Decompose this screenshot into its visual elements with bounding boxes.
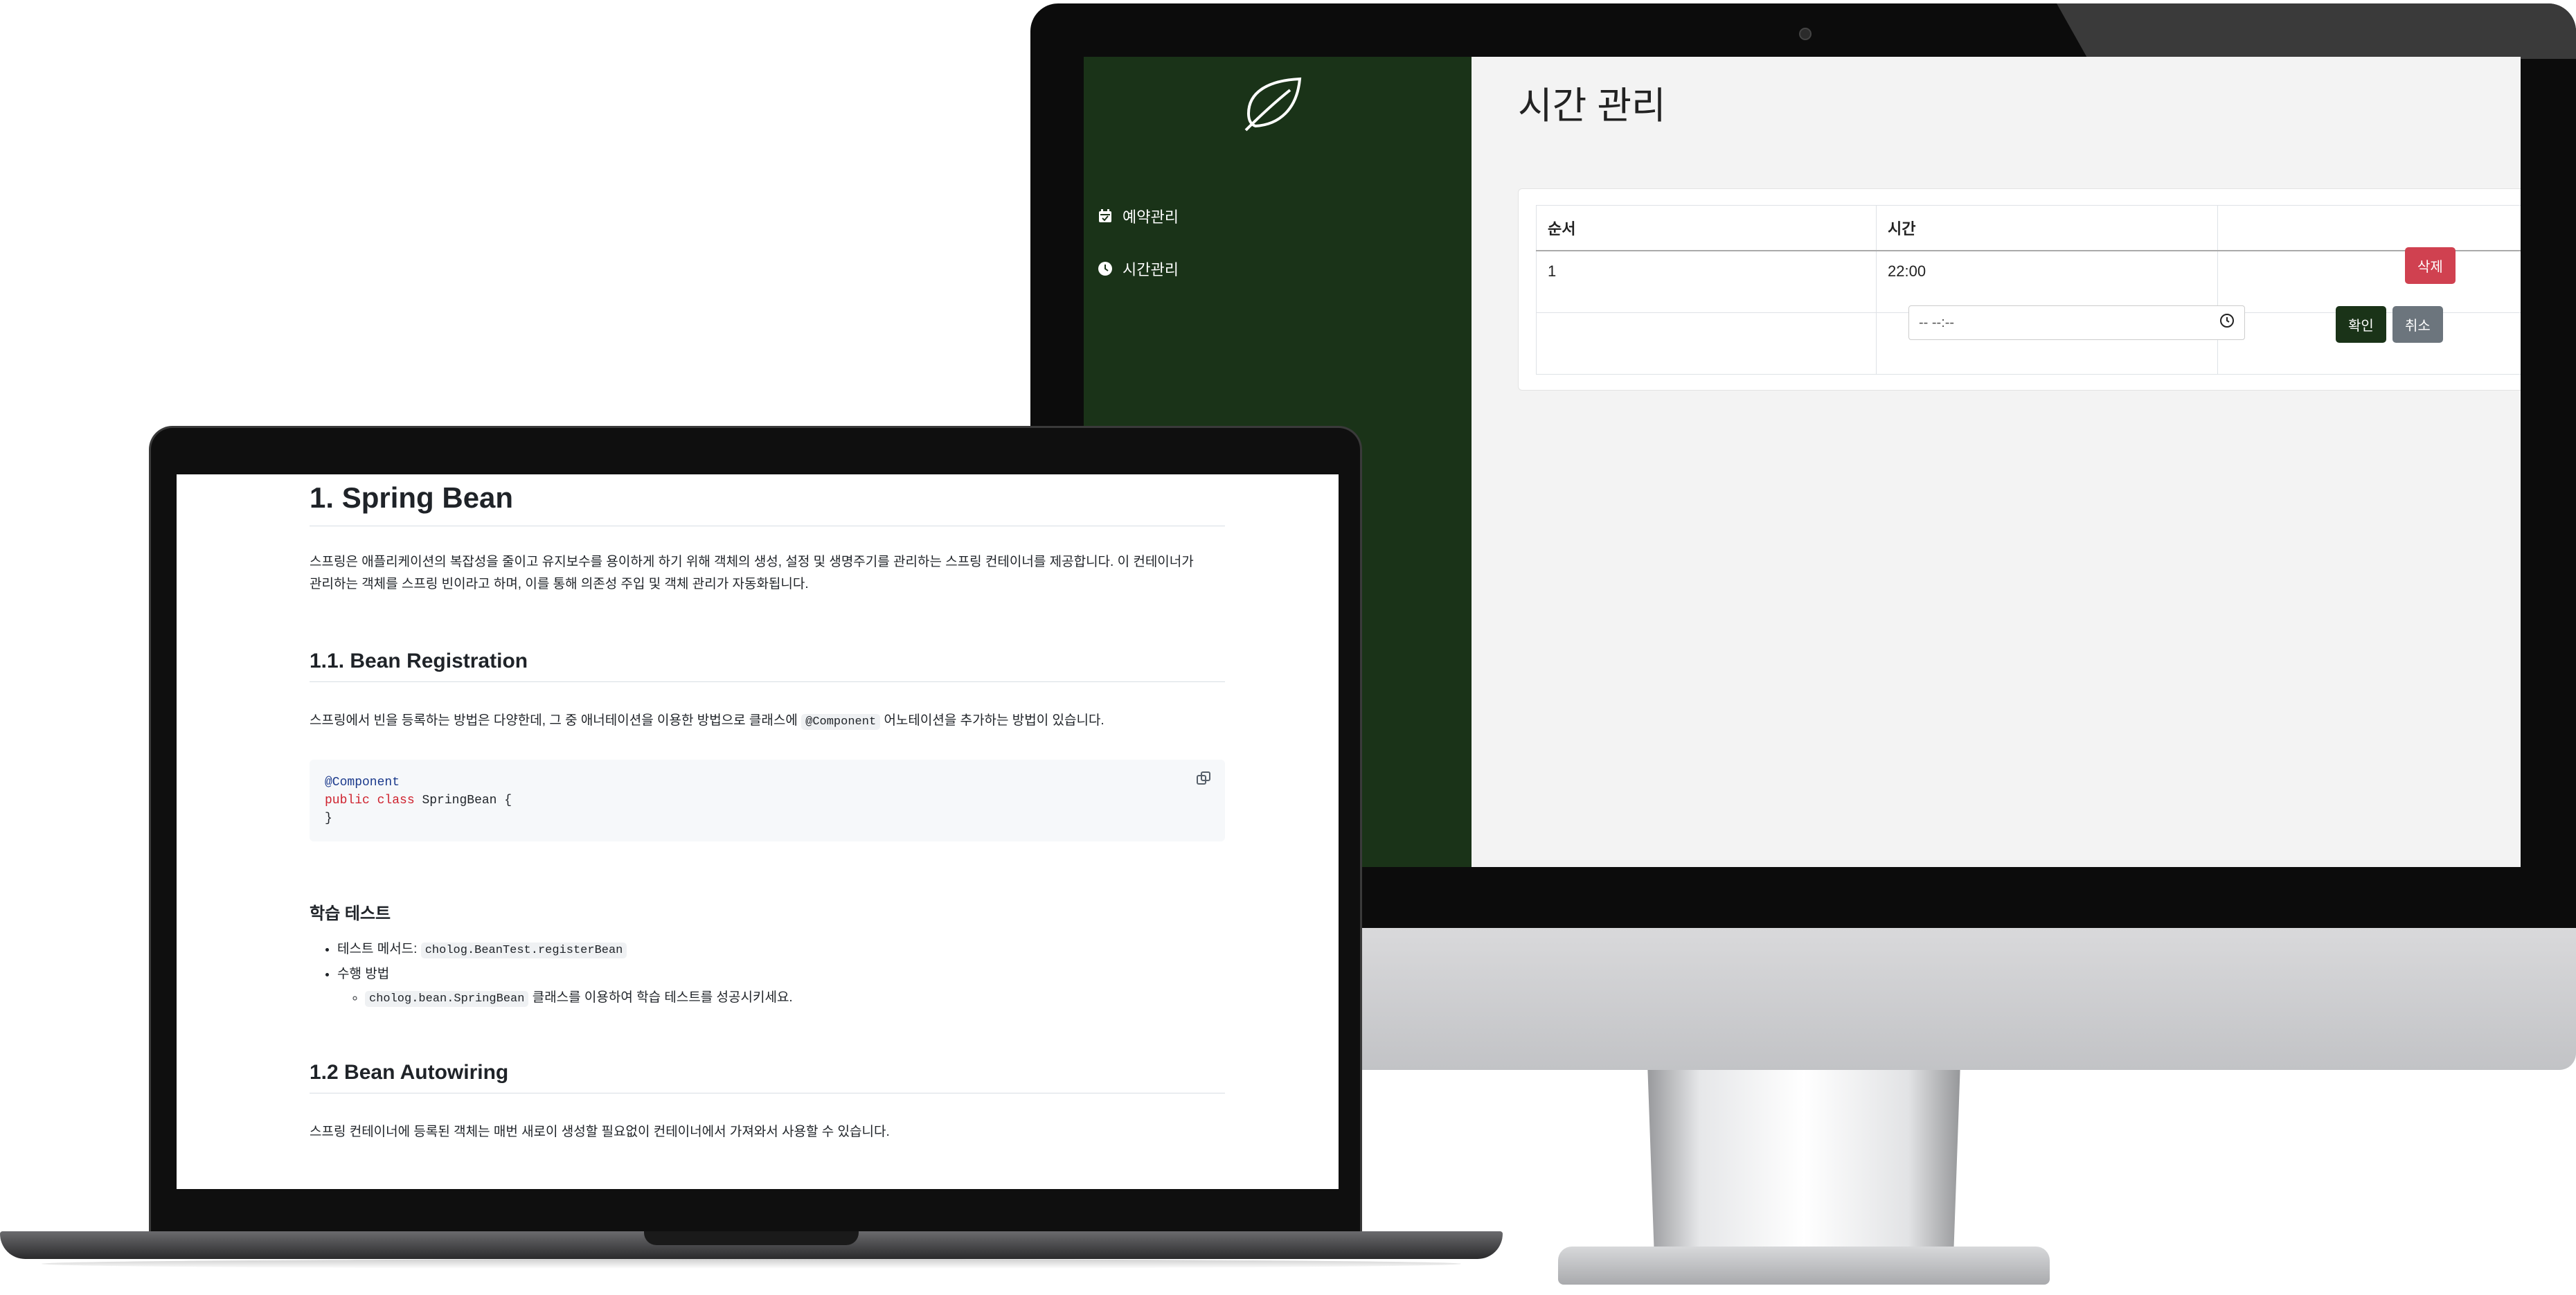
registration-paragraph: 스프링에서 빈을 등록하는 방법은 다양한데, 그 중 애너테이션을 이용한 방… <box>310 710 1225 733</box>
inline-code-class: cholog.bean.SpringBean <box>365 991 529 1007</box>
copy-icon[interactable] <box>1196 771 1211 792</box>
table-header-row: 순서 시간 <box>1535 205 2521 251</box>
clock-icon[interactable] <box>2219 313 2235 332</box>
main-content: 시간 관리 순서 시간 1 22:00 삭제 -- --:-- 확인 취소 <box>1472 57 2521 867</box>
registration-text-end: 어노테이션을 추가하는 방법이 있습니다. <box>884 713 1104 728</box>
test-list: 테스트 메서드: cholog.BeanTest.registerBean 수행… <box>310 938 1225 1011</box>
imac-foot <box>1558 1247 2050 1285</box>
macbook-notch <box>644 1231 859 1245</box>
code-keyword-public: public <box>325 794 370 807</box>
column-header-order: 순서 <box>1535 205 1877 251</box>
macbook-shadow <box>42 1259 1461 1269</box>
table-row: 1 22:00 <box>1535 250 2521 313</box>
cell-order: 1 <box>1535 250 1877 313</box>
list-item-label: 수행 방법 <box>337 967 390 981</box>
registration-text: 스프링에서 빈을 등록하는 방법은 다양한데, 그 중 애너테이션을 이용한 방… <box>310 713 798 728</box>
code-line-3: } <box>325 812 332 825</box>
code-line-2: public class SpringBean { <box>325 792 1210 810</box>
code-line-1: @Component <box>325 774 1210 792</box>
sidebar-item-label: 예약관리 <box>1122 208 1179 226</box>
list-item: cholog.bean.SpringBean 클래스를 이용하여 학습 테스트를… <box>365 986 1225 1011</box>
time-input-placeholder: -- --:-- <box>1919 314 1955 330</box>
time-input[interactable]: -- --:-- <box>1908 305 2245 340</box>
code-block: @Component public class SpringBean { } <box>310 760 1225 841</box>
time-table: 순서 시간 1 22:00 <box>1535 205 2521 375</box>
intro-line-2: 관리하는 객체를 스프링 빈이라고 하며, 이를 통해 의존성 주입 및 객체 … <box>310 577 809 591</box>
inline-code-test-method: cholog.BeanTest.registerBean <box>420 943 627 958</box>
code-class-name: SpringBean { <box>422 794 512 807</box>
inline-code-component: @Component <box>801 714 881 730</box>
imac-camera <box>1799 28 1812 40</box>
doc-heading-1: 1. Spring Bean <box>310 474 1225 526</box>
column-header-actions <box>2217 205 2521 251</box>
list-item-label: 테스트 메서드: <box>337 942 418 956</box>
doc-heading-autowiring: 1.2 Bean Autowiring <box>310 1061 1225 1093</box>
autowiring-paragraph: 스프링 컨테이너에 등록된 객체는 매번 새로이 생성할 필요없이 컨테이너에서… <box>310 1125 890 1139</box>
leaf-icon[interactable] <box>1242 76 1304 136</box>
cell-order-empty <box>1535 312 1877 375</box>
column-header-time: 시간 <box>1876 205 2219 251</box>
code-annotation: @Component <box>325 776 400 789</box>
doc-heading-registration: 1.1. Bean Registration <box>310 650 1225 682</box>
sidebar-item-times[interactable]: 시간관리 <box>1098 258 1179 280</box>
cell-time: 22:00 <box>1876 250 2219 313</box>
imac-stand <box>1647 1070 1960 1253</box>
list-item: 수행 방법 cholog.bean.SpringBean 클래스를 이용하여 학… <box>337 963 1225 1011</box>
cancel-button[interactable]: 취소 <box>2392 306 2443 343</box>
page-title: 시간 관리 <box>1518 85 1666 127</box>
sidebar-item-reservations[interactable]: 예약관리 <box>1098 205 1179 227</box>
list-item-text: 클래스를 이용하여 학습 테스트를 성공시키세요. <box>532 990 793 1005</box>
confirm-button[interactable]: 확인 <box>2336 306 2386 343</box>
time-table-card: 순서 시간 1 22:00 삭제 -- --:-- 확인 취소 <box>1518 188 2521 391</box>
doc-heading-learning-test: 학습 테스트 <box>310 904 391 923</box>
docs-page: 1. Spring Bean 스프링은 애플리케이션의 복잡성을 줄이고 유지보… <box>177 474 1339 1189</box>
sidebar-item-label: 시간관리 <box>1122 261 1179 278</box>
calendar-icon <box>1098 208 1113 224</box>
delete-button[interactable]: 삭제 <box>2405 247 2456 284</box>
clock-icon <box>1098 261 1113 276</box>
intro-line-1: 스프링은 애플리케이션의 복잡성을 줄이고 유지보수를 용이하게 하기 위해 객… <box>310 555 1194 569</box>
list-item: 테스트 메서드: cholog.BeanTest.registerBean <box>337 938 1225 963</box>
nested-list: cholog.bean.SpringBean 클래스를 이용하여 학습 테스트를… <box>337 986 1225 1011</box>
cell-actions <box>2217 250 2521 313</box>
code-keyword-class: class <box>377 794 415 807</box>
markdown-document: 1. Spring Bean 스프링은 애플리케이션의 복잡성을 줄이고 유지보… <box>310 474 1225 1143</box>
imac-glare <box>2057 3 2576 59</box>
